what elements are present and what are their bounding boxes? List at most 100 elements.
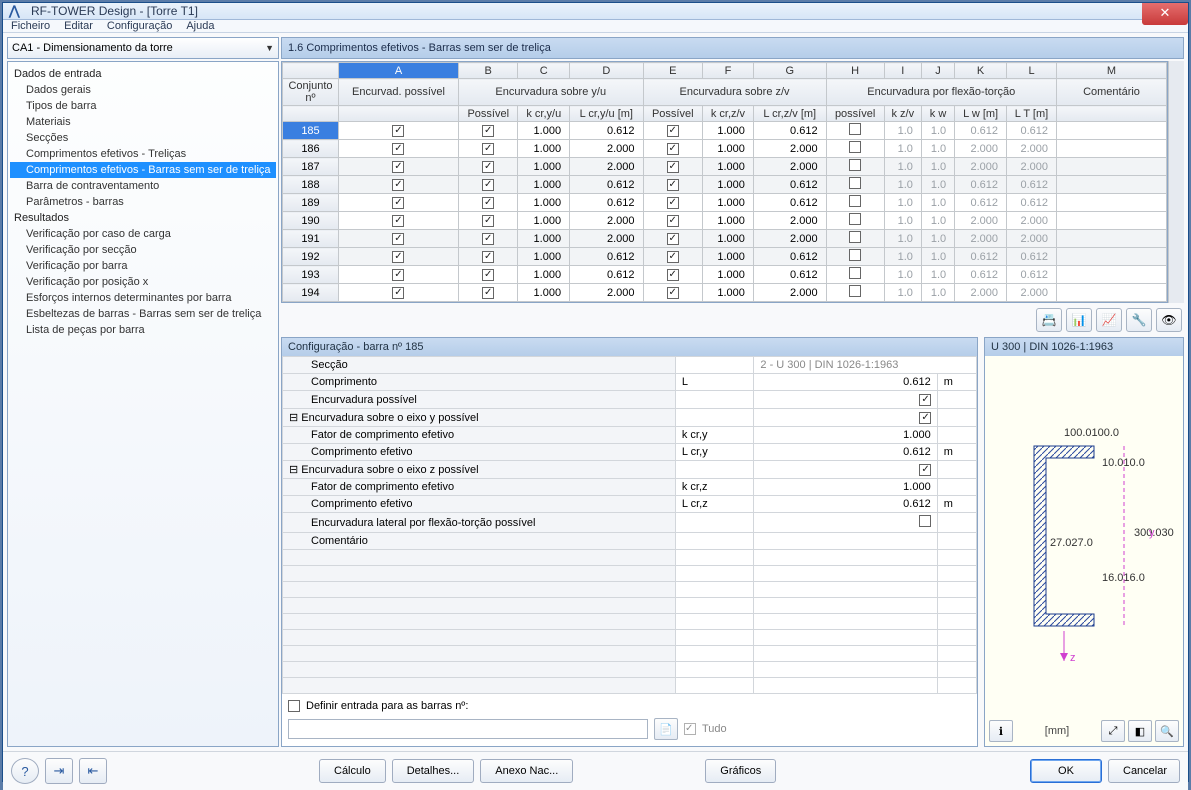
col-letter[interactable]: G	[753, 63, 826, 79]
section-info-button[interactable]: ℹ	[989, 720, 1013, 742]
checkbox-icon[interactable]	[667, 233, 679, 245]
section-tool-2[interactable]: ◧	[1128, 720, 1152, 742]
checkbox-icon[interactable]	[667, 179, 679, 191]
col-letter[interactable]: L	[1007, 63, 1057, 79]
tree-item[interactable]: Esforços internos determinantes por barr…	[10, 290, 276, 306]
checkbox-icon[interactable]	[392, 233, 404, 245]
row-header[interactable]: 185	[283, 122, 339, 140]
col-letter[interactable]: M	[1057, 63, 1167, 79]
row-header[interactable]: 188	[283, 176, 339, 194]
toolbar-btn-2[interactable]: 📊	[1066, 308, 1092, 332]
checkbox-icon[interactable]	[392, 143, 404, 155]
checkbox-icon[interactable]	[482, 179, 494, 191]
tree-item[interactable]: Verificação por barra	[10, 258, 276, 274]
table-row[interactable]: 189 1.0000.612 1.0000.612 1.01.0 0.6120.…	[283, 194, 1167, 212]
table-row[interactable]: 192 1.0000.612 1.0000.612 1.01.0 0.6120.…	[283, 248, 1167, 266]
tree-item[interactable]: Barra de contraventamento	[10, 178, 276, 194]
pick-members-button[interactable]: 📄	[654, 718, 678, 740]
checkbox-icon[interactable]	[919, 412, 931, 424]
checkbox-icon[interactable]	[919, 464, 931, 476]
tree-item[interactable]: Parâmetros - barras	[10, 194, 276, 210]
table-row[interactable]: 188 1.0000.612 1.0000.612 1.01.0 0.6120.…	[283, 176, 1167, 194]
checkbox-icon[interactable]	[667, 143, 679, 155]
expand-row-z[interactable]: ⊟ Encurvadura sobre o eixo z possível	[283, 461, 676, 479]
checkbox-icon[interactable]	[849, 249, 861, 261]
table-row[interactable]: 185 1.0000.612 1.0000.612 1.01.0 0.6120.…	[283, 122, 1167, 140]
checkbox-icon[interactable]	[849, 285, 861, 297]
row-header[interactable]: 191	[283, 230, 339, 248]
row-header[interactable]: 189	[283, 194, 339, 212]
tree-item[interactable]: Dados gerais	[10, 82, 276, 98]
row-header[interactable]: 190	[283, 212, 339, 230]
checkbox-icon[interactable]	[482, 161, 494, 173]
col-letter[interactable]: I	[884, 63, 921, 79]
checkbox-icon[interactable]	[392, 251, 404, 263]
checkbox-icon[interactable]	[849, 231, 861, 243]
section-tool-3[interactable]: 🔍	[1155, 720, 1179, 742]
table-row[interactable]: 191 1.0002.000 1.0002.000 1.01.0 2.0002.…	[283, 230, 1167, 248]
tree-item[interactable]: Lista de peças por barra	[10, 322, 276, 338]
checkbox-icon[interactable]	[849, 177, 861, 189]
tree-item[interactable]: Esbeltezas de barras - Barras sem ser de…	[10, 306, 276, 322]
checkbox-icon[interactable]	[849, 213, 861, 225]
table-row[interactable]: 190 1.0002.000 1.0002.000 1.01.0 2.0002.…	[283, 212, 1167, 230]
details-button[interactable]: Detalhes...	[392, 759, 475, 783]
row-header[interactable]: 192	[283, 248, 339, 266]
row-header[interactable]: 187	[283, 158, 339, 176]
col-letter[interactable]: E	[643, 63, 703, 79]
checkbox-icon[interactable]	[482, 143, 494, 155]
tree-item[interactable]: Tipos de barra	[10, 98, 276, 114]
toolbar-btn-5[interactable]: 👁	[1156, 308, 1182, 332]
checkbox-icon[interactable]	[392, 215, 404, 227]
tree-item[interactable]: Comprimentos efetivos - Treliças	[10, 146, 276, 162]
checkbox-icon[interactable]	[919, 515, 931, 527]
table-row[interactable]: 194 1.0002.000 1.0002.000 1.01.0 2.0002.…	[283, 284, 1167, 302]
checkbox-icon[interactable]	[392, 179, 404, 191]
checkbox-icon[interactable]	[849, 141, 861, 153]
annex-button[interactable]: Anexo Nac...	[480, 759, 573, 783]
checkbox-icon[interactable]	[849, 123, 861, 135]
toolbar-btn-4[interactable]: 🔧	[1126, 308, 1152, 332]
close-button[interactable]: ✕	[1142, 3, 1188, 25]
main-grid[interactable]: ABCDEFGHIJKLM Conjunto nº Encurvad. poss…	[282, 62, 1167, 302]
toolbar-btn-3[interactable]: 📈	[1096, 308, 1122, 332]
tree-item[interactable]: Verificação por caso de carga	[10, 226, 276, 242]
col-letter[interactable]: C	[518, 63, 570, 79]
menu-edit[interactable]: Editar	[64, 20, 93, 32]
tree-item[interactable]: Verificação por secção	[10, 242, 276, 258]
checkbox-icon[interactable]	[667, 125, 679, 137]
row-header[interactable]: 194	[283, 284, 339, 302]
import-button[interactable]: ⇥	[45, 758, 73, 784]
checkbox-icon[interactable]	[482, 269, 494, 281]
case-combo[interactable]: CA1 - Dimensionamento da torre ▼	[7, 37, 279, 59]
checkbox-icon[interactable]	[667, 269, 679, 281]
menu-file[interactable]: Ficheiro	[11, 20, 50, 32]
checkbox-icon[interactable]	[667, 197, 679, 209]
col-letter[interactable]: K	[955, 63, 1007, 79]
checkbox-icon[interactable]	[482, 251, 494, 263]
ok-button[interactable]: OK	[1030, 759, 1102, 783]
col-letter[interactable]: J	[921, 63, 954, 79]
row-header[interactable]: 186	[283, 140, 339, 158]
checkbox-icon[interactable]	[667, 287, 679, 299]
checkbox-icon[interactable]	[392, 287, 404, 299]
help-button[interactable]: ?	[11, 758, 39, 784]
tree-item[interactable]: Materiais	[10, 114, 276, 130]
menu-help[interactable]: Ajuda	[186, 20, 214, 32]
tree-item[interactable]: Verificação por posição x	[10, 274, 276, 290]
define-input[interactable]	[288, 719, 648, 739]
checkbox-icon[interactable]	[482, 233, 494, 245]
table-row[interactable]: 187 1.0002.000 1.0002.000 1.01.0 2.0002.…	[283, 158, 1167, 176]
define-checkbox[interactable]	[288, 700, 300, 712]
checkbox-icon[interactable]	[919, 394, 931, 406]
tree-item[interactable]: Secções	[10, 130, 276, 146]
graphs-button[interactable]: Gráficos	[705, 759, 776, 783]
checkbox-icon[interactable]	[849, 159, 861, 171]
col-letter[interactable]: B	[458, 63, 518, 79]
grid-scrollbar[interactable]	[1168, 61, 1184, 303]
checkbox-icon[interactable]	[482, 287, 494, 299]
col-letter[interactable]: A	[339, 63, 459, 79]
table-row[interactable]: 193 1.0000.612 1.0000.612 1.01.0 0.6120.…	[283, 266, 1167, 284]
checkbox-icon[interactable]	[482, 125, 494, 137]
checkbox-icon[interactable]	[482, 197, 494, 209]
